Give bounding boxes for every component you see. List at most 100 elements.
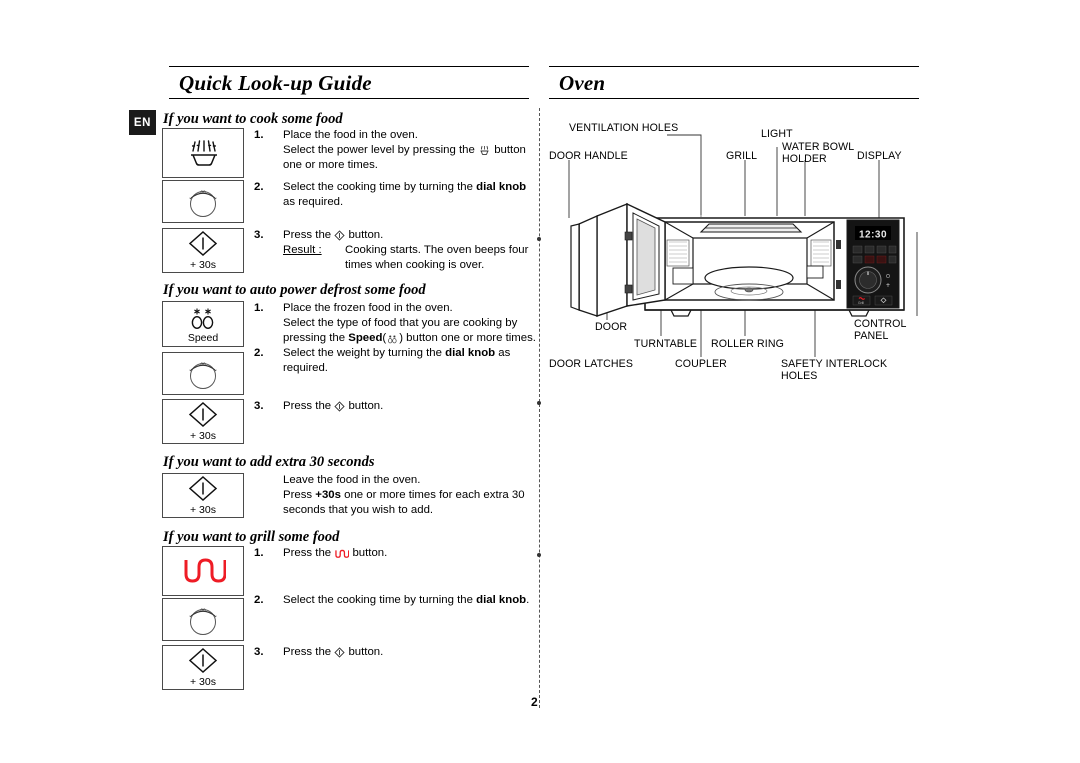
step-line: Select the weight by turning the [283, 347, 442, 359]
svg-text:00: 00 [200, 361, 206, 366]
step-emphasis: dial knob [476, 594, 527, 606]
step-cook-3: 3. Press the button. Result : Cooking st… [254, 228, 540, 274]
step-text: Select the cooking time by turning the d… [283, 593, 540, 608]
step-line: Place the food in the oven. [283, 129, 418, 141]
step-line: Press the [283, 400, 332, 412]
step-line: Select the power level by pressing the [283, 144, 475, 157]
start-button-icon [188, 476, 218, 502]
start-button-icon [188, 231, 218, 257]
step-line: button. [348, 400, 384, 412]
step-emphasis: Speed [348, 332, 383, 345]
dial-knob-icon: 00 [189, 607, 217, 635]
label-turntable: TURNTABLE [634, 338, 698, 350]
step-line: Press the [283, 229, 332, 241]
step-result: Result : Cooking starts. The oven beeps … [283, 243, 540, 273]
step-number: 3. [254, 400, 264, 412]
step-line: button. [352, 547, 388, 559]
icon-caption: + 30s [190, 504, 216, 517]
label-grill: GRILL [726, 150, 758, 162]
oven-door [570, 202, 666, 317]
icon-box-dial-knob: 00 [162, 180, 244, 223]
label-door-handle: DOOR HANDLE [549, 150, 628, 162]
icon-box-power-level [162, 128, 244, 178]
step-line: as required. [283, 196, 344, 209]
step-line: Select the cooking time by turning the [283, 181, 473, 193]
svg-text:00: 00 [200, 189, 206, 194]
step-text: Place the food in the oven. Select the p… [283, 128, 540, 174]
label-ventilation-holes: VENTILATION HOLES [569, 122, 679, 134]
step-number: 1. [254, 547, 264, 559]
left-column-header: Quick Look-up Guide [169, 66, 529, 100]
start-button-icon [334, 401, 345, 412]
step-defrost-3: 3. Press the button. [254, 399, 540, 414]
step-line: button. [348, 229, 384, 241]
control-panel: 12:30 Grill [846, 219, 900, 309]
icon-caption: + 30s [190, 430, 216, 443]
step-text: Press the button. [283, 546, 540, 561]
page-title-quick-lookup: Quick Look-up Guide [179, 71, 372, 95]
step-line: Press the [283, 646, 332, 658]
step-cook-2: 2. Select the cooking time by turning th… [254, 180, 540, 210]
label-safety-interlock: SAFETY INTERLOCK HOLES [781, 358, 888, 383]
icon-box-dial-knob: 00 [162, 352, 244, 395]
step-line: ) button one or more times. [399, 332, 536, 345]
label-light: LIGHT [761, 128, 793, 140]
step-defrost-2: 2. Select the weight by turning the dial… [254, 346, 540, 376]
icon-caption: + 30s [190, 259, 216, 272]
microwave-power-icon [480, 146, 489, 156]
svg-text:Grill: Grill [858, 301, 864, 305]
step-emphasis: +30s [315, 489, 341, 502]
step-line: Press the [283, 547, 332, 559]
section-heading-extra-30s: If you want to add extra 30 seconds [163, 454, 375, 470]
start-button-icon [334, 647, 345, 658]
start-button-icon [188, 648, 218, 674]
step-grill-3: 3. Press the button. [254, 645, 540, 660]
step-line: button. [348, 646, 384, 658]
step-grill-2: 2. Select the cooking time by turning th… [254, 593, 540, 608]
label-coupler: COUPLER [675, 358, 727, 370]
microwave-power-icon [191, 140, 217, 166]
label-door-latches: DOOR LATCHES [549, 358, 633, 370]
icon-box-dial-knob: 00 [162, 598, 244, 641]
grill-element-icon [184, 558, 226, 583]
step-text: Press the button. Result : Cooking start… [283, 228, 540, 274]
right-column-header: Oven [549, 66, 919, 100]
step-grill-1: 1. Press the button. [254, 546, 540, 561]
icon-box-start-30s: + 30s [162, 228, 244, 273]
step-text: Press the button. [283, 645, 540, 660]
page-title-oven: Oven [559, 71, 606, 95]
icon-box-grill-element [162, 546, 244, 596]
result-text: Cooking starts. The oven beeps four time… [345, 244, 529, 272]
step-number: 2. [254, 347, 264, 359]
step-text: Select the cooking time by turning the d… [283, 180, 540, 210]
icon-box-speed-defrost: Speed [162, 301, 244, 347]
step-extra-30s: Leave the food in the oven. Press +30s o… [283, 473, 543, 519]
step-number: 3. [254, 229, 264, 241]
section-heading-cook: If you want to cook some food [163, 111, 343, 127]
section-heading-grill: If you want to grill some food [163, 529, 340, 545]
step-cook-1: 1. Place the food in the oven. Select th… [254, 128, 540, 174]
label-roller-ring: ROLLER RING [711, 338, 784, 350]
step-text: Place the frozen food in the oven. Selec… [283, 301, 540, 347]
label-control-panel: CONTROL PANEL [854, 318, 907, 343]
language-badge-en: EN [129, 110, 156, 135]
icon-caption: + 30s [190, 676, 216, 689]
manual-page: Quick Look-up Guide Oven EN 2 If you wan… [0, 0, 1080, 763]
defrost-icon [191, 308, 214, 329]
step-defrost-1: 1. Place the frozen food in the oven. Se… [254, 301, 540, 347]
grill-element-icon [335, 549, 350, 558]
start-button-icon [334, 230, 345, 241]
step-number: 3. [254, 646, 264, 658]
step-emphasis: dial knob [476, 181, 527, 193]
icon-box-start-30s: + 30s [162, 473, 244, 518]
step-line: Place the frozen food in the oven. [283, 302, 453, 314]
step-line: Leave the food in the oven. [283, 474, 421, 486]
dial-knob-icon: 00 [189, 361, 217, 389]
step-number: 2. [254, 181, 264, 193]
step-text: Select the weight by turning the dial kn… [283, 346, 540, 376]
step-emphasis: dial knob [445, 347, 496, 359]
icon-box-start-30s: + 30s [162, 399, 244, 444]
defrost-icon [388, 335, 397, 344]
label-door: DOOR [595, 321, 628, 333]
label-display: DISPLAY [857, 150, 902, 162]
